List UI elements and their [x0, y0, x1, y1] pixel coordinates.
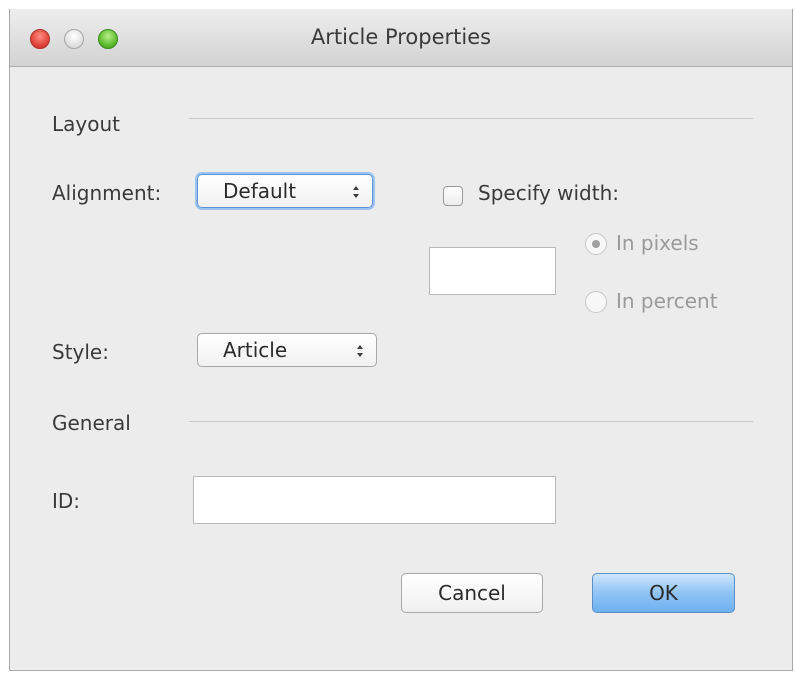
layout-section-divider: [189, 118, 753, 119]
id-label: ID:: [52, 489, 81, 513]
alignment-select[interactable]: Default: [197, 174, 373, 208]
specify-width-label[interactable]: Specify width:: [478, 181, 619, 205]
in-percent-radio[interactable]: [585, 291, 607, 313]
general-section-divider: [189, 421, 753, 422]
select-arrows-icon: [357, 345, 363, 357]
alignment-label: Alignment:: [52, 181, 162, 205]
title-bar[interactable]: Article Properties: [10, 9, 792, 67]
in-pixels-radio[interactable]: [585, 233, 607, 255]
window-title: Article Properties: [310, 25, 492, 49]
style-select-value: Article: [223, 338, 288, 362]
style-label: Style:: [52, 340, 109, 364]
style-select[interactable]: Article: [197, 333, 377, 367]
general-section-label: General: [52, 411, 131, 435]
dialog-window: Article Properties Layout Alignment: Def…: [9, 9, 793, 671]
select-arrows-icon: [353, 186, 359, 198]
id-field[interactable]: [193, 476, 556, 524]
in-percent-label[interactable]: In percent: [616, 289, 718, 313]
width-value-field[interactable]: [429, 247, 556, 295]
in-pixels-label[interactable]: In pixels: [616, 231, 699, 255]
radio-selected-dot: [592, 240, 600, 248]
specify-width-checkbox[interactable]: [443, 186, 463, 206]
layout-section-label: Layout: [52, 112, 120, 136]
cancel-button[interactable]: Cancel: [401, 573, 543, 613]
ok-button[interactable]: OK: [592, 573, 735, 613]
alignment-select-value: Default: [223, 179, 297, 203]
